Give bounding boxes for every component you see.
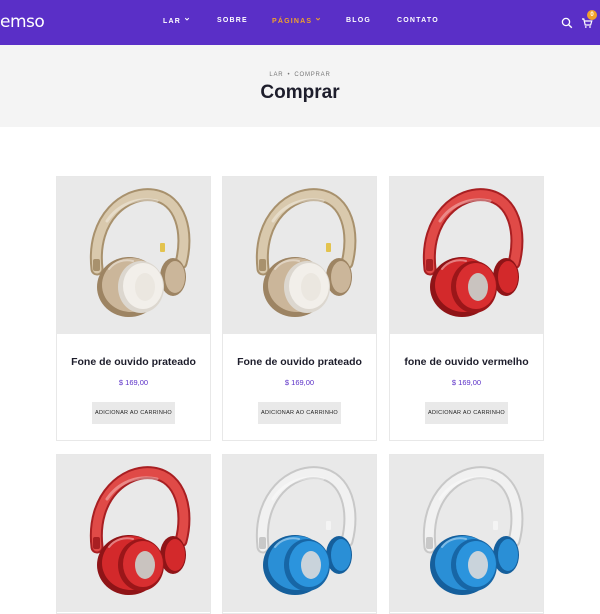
chevron-down-icon <box>184 16 190 22</box>
product-card: Fone de ouvido prateado $ 169,00 ADICION… <box>222 176 377 441</box>
add-to-cart-button[interactable]: ADICIONAR AO CARRINHO <box>92 402 175 424</box>
search-icon[interactable] <box>561 16 573 29</box>
chevron-down-icon <box>315 16 321 22</box>
breadcrumb-current: COMPRAR <box>294 72 331 78</box>
logo[interactable]: emso <box>0 12 45 32</box>
product-image[interactable] <box>223 455 376 612</box>
cart-count-badge: 0 <box>587 10 597 20</box>
product-card <box>56 454 211 614</box>
product-price: $ 169,00 <box>284 378 315 387</box>
nav-item-contato[interactable]: CONTATO <box>397 17 439 24</box>
nav-item-paginas[interactable]: PÁGINAS <box>272 17 321 25</box>
product-image[interactable] <box>390 455 543 612</box>
product-image[interactable] <box>57 455 210 612</box>
product-image[interactable] <box>223 177 376 334</box>
product-card: Fone de ouvido prateado $ 169,00 ADICION… <box>56 176 211 441</box>
page-title: Comprar <box>260 82 340 103</box>
breadcrumb: LAR • COMPRAR <box>0 72 600 78</box>
nav-item-label: BLOG <box>346 17 372 24</box>
breadcrumb-separator: • <box>287 72 291 78</box>
product-image[interactable] <box>390 177 543 334</box>
product-card <box>389 454 544 614</box>
nav-item-label: LAR <box>163 18 181 25</box>
add-to-cart-button[interactable]: ADICIONAR AO CARRINHO <box>258 402 341 424</box>
product-name[interactable]: Fone de ouvido prateado <box>223 356 376 368</box>
nav-item-lar[interactable]: LAR <box>163 17 190 25</box>
top-navbar: emso LAR SOBRE PÁGINAS BLOG CONTATO 0 <box>0 0 600 45</box>
product-image[interactable] <box>57 177 210 334</box>
page-header: LAR • COMPRAR Comprar <box>0 45 600 127</box>
nav-item-sobre[interactable]: SOBRE <box>217 17 248 24</box>
product-card: fone de ouvido vermelho $ 169,00 ADICION… <box>389 176 544 441</box>
product-card <box>222 454 377 614</box>
breadcrumb-home-link[interactable]: LAR <box>269 72 283 78</box>
add-to-cart-button[interactable]: ADICIONAR AO CARRINHO <box>425 402 508 424</box>
nav-item-label: CONTATO <box>397 17 439 24</box>
nav-item-blog[interactable]: BLOG <box>346 17 371 24</box>
product-name[interactable]: Fone de ouvido prateado <box>57 356 210 368</box>
nav-item-label: PÁGINAS <box>272 18 313 25</box>
nav-item-label: SOBRE <box>217 17 248 24</box>
product-name[interactable]: fone de ouvido vermelho <box>390 356 543 368</box>
product-price: $ 169,00 <box>118 378 149 387</box>
product-price: $ 169,00 <box>451 378 482 387</box>
